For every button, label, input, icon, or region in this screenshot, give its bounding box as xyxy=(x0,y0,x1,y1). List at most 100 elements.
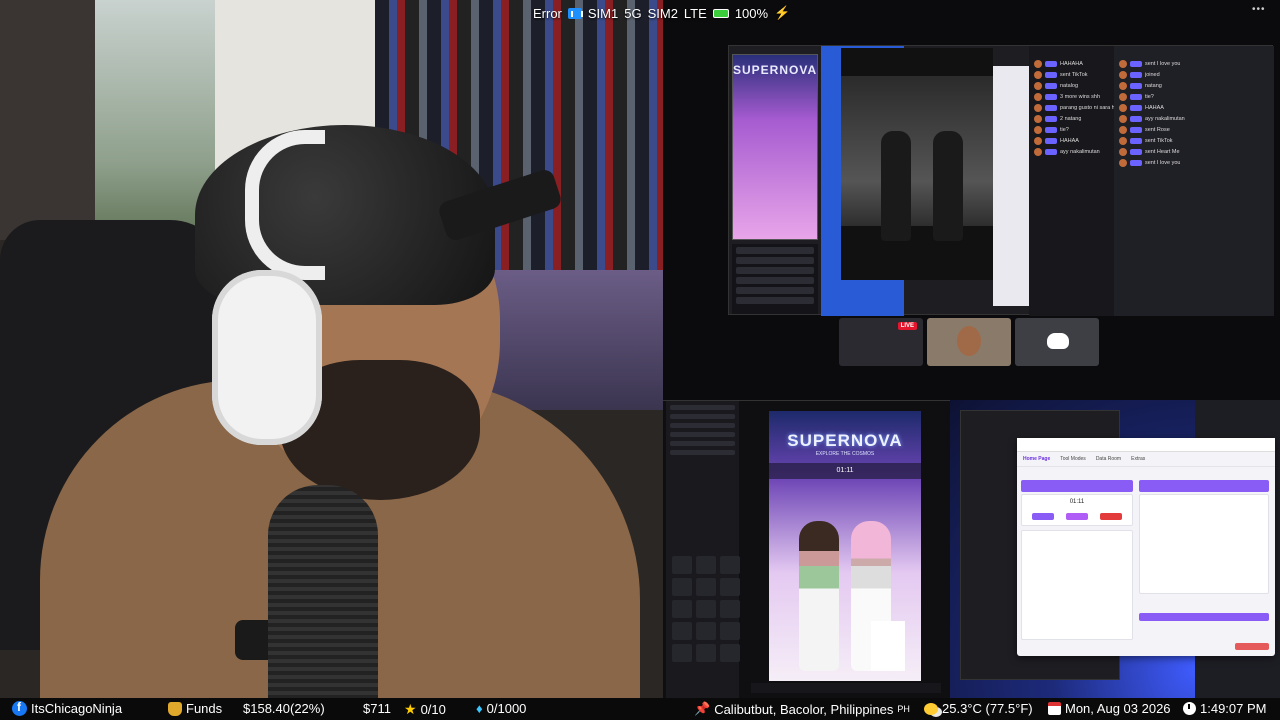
diamond-icon: ♦ xyxy=(476,701,483,716)
canvas-title: SUPERNOVA xyxy=(787,431,903,450)
obs-tool-button[interactable] xyxy=(696,644,716,662)
pushpin-icon: 📌 xyxy=(694,701,711,716)
ticker-stars: ★ 0/10 xyxy=(404,701,446,718)
avatar xyxy=(1034,81,1042,90)
players-card xyxy=(1021,530,1133,640)
obs-tool-button[interactable] xyxy=(696,622,716,640)
avatar xyxy=(1119,81,1127,90)
scene-tile-webcam[interactable] xyxy=(927,318,1011,366)
scene-tile-live[interactable]: LIVE xyxy=(839,318,923,366)
chat-message: sent Heart Me xyxy=(1114,146,1274,157)
obs-controls-bar[interactable] xyxy=(751,683,941,693)
chat-header xyxy=(1114,46,1274,58)
start-button[interactable] xyxy=(1032,513,1054,520)
discord-icon xyxy=(1047,333,1069,349)
reset-button[interactable] xyxy=(1100,513,1122,520)
gems-value: 0/1000 xyxy=(486,701,527,716)
obs-tool-button[interactable] xyxy=(720,556,740,574)
ticker-location: 📌 Calibutbut, Bacolor, Philippines PH xyxy=(694,701,910,717)
action-button[interactable] xyxy=(1235,643,1269,650)
level-badge xyxy=(1130,115,1142,122)
level-badge xyxy=(1045,82,1057,89)
webcam-feed xyxy=(0,0,663,698)
channel-name: ItsChicagoNinja xyxy=(31,701,123,716)
canvas-subtitle: EXPLORE THE COSMOS xyxy=(815,451,875,457)
obs-tool-button[interactable] xyxy=(720,644,740,662)
avatar xyxy=(1119,70,1127,79)
level-badge xyxy=(1045,148,1057,155)
obs-tool-button[interactable] xyxy=(672,578,692,596)
level-badge xyxy=(1045,71,1057,78)
tab-extras[interactable]: Extras xyxy=(1131,456,1145,462)
chat-message-text: sent TikTok xyxy=(1060,71,1088,78)
chat-message-text: tie? xyxy=(1060,126,1069,133)
dancer-figure xyxy=(881,131,911,241)
location-value: Calibutbut, Bacolor, Philippines xyxy=(714,701,894,717)
ticker-time: 1:49:07 PM xyxy=(1183,701,1267,716)
error-label: Error xyxy=(533,5,562,21)
avatar xyxy=(1034,136,1042,145)
level-badge xyxy=(1045,126,1057,133)
os-status-bar: Error SIM1 5G SIM2 LTE 100% ⚡ xyxy=(533,3,790,23)
avatar xyxy=(1119,158,1127,167)
level-badge xyxy=(1130,137,1142,144)
avatar xyxy=(1034,125,1042,134)
tab-data-room[interactable]: Data Room xyxy=(1096,456,1121,462)
more-dots-icon[interactable]: ••• xyxy=(1252,4,1266,15)
chat-message: sent Rose xyxy=(1114,124,1274,135)
obs-tool-button[interactable] xyxy=(720,600,740,618)
app-titlebar xyxy=(1017,438,1275,452)
level-badge xyxy=(1130,82,1142,89)
obs-tool-button[interactable] xyxy=(672,556,692,574)
obs-canvas[interactable]: SUPERNOVA EXPLORE THE COSMOS 01:11 xyxy=(769,411,921,681)
avatar xyxy=(1034,70,1042,79)
room-wall xyxy=(0,0,95,240)
obs-tool-button[interactable] xyxy=(696,600,716,618)
dancer-figure xyxy=(799,521,839,671)
operation-header xyxy=(1021,480,1133,492)
level-badge xyxy=(1045,104,1057,111)
pause-button[interactable] xyxy=(1066,513,1088,520)
scene-tile-discord[interactable] xyxy=(1015,318,1099,366)
level-badge xyxy=(1130,148,1142,155)
obs-tool-button[interactable] xyxy=(672,600,692,618)
tab-tool-modes[interactable]: Tool Modes xyxy=(1060,456,1086,462)
battle-timer: 01:11 xyxy=(836,467,854,474)
obs-panel: SUPERNOVA EXPLORE THE COSMOS 01:11 xyxy=(663,400,950,698)
date-value: Mon, Aug 03 2026 xyxy=(1065,701,1171,716)
obs-tool-button[interactable] xyxy=(672,644,692,662)
chat-message-text: natalog xyxy=(1060,82,1079,89)
chat-message-text: sent Heart Me xyxy=(1145,148,1180,155)
bolt-icon: ⚡ xyxy=(774,5,791,20)
weather-icon xyxy=(924,702,938,715)
battle-manager-app: Home Page Tool Modes Data Room Extras 01… xyxy=(1017,438,1275,656)
avatar xyxy=(1034,147,1042,156)
dance-video[interactable] xyxy=(841,48,993,280)
avatar xyxy=(1119,136,1127,145)
obs-tool-button[interactable] xyxy=(720,578,740,596)
app-tabs: Home Page Tool Modes Data Room Extras xyxy=(1017,452,1275,467)
stream-screen: SUPERNOVA HAHAHA sent TikTok natalog 3 more… xyxy=(0,0,1280,720)
obs-tool-grid xyxy=(672,556,740,662)
dancer-figure xyxy=(933,131,963,241)
chat-message: tie? xyxy=(1114,91,1274,102)
chat-message: joined xyxy=(1114,69,1274,80)
chat-message-text: sent I love you xyxy=(1145,159,1181,166)
obs-tool-button[interactable] xyxy=(696,578,716,596)
ticker-gems: ♦ 0/1000 xyxy=(476,701,526,716)
settings-sidebar xyxy=(993,66,1033,306)
obs-tool-button[interactable] xyxy=(672,622,692,640)
ranking-card xyxy=(1139,494,1269,594)
stream-preview-panel: SUPERNOVA HAHAHA sent TikTok natalog 3 more… xyxy=(663,0,1280,400)
avatar xyxy=(957,326,981,356)
bottom-ticker: ItsChicagoNinja Funds $158.40(22%) $711 … xyxy=(0,698,1280,720)
obs-tool-button[interactable] xyxy=(720,622,740,640)
funds-value: $158.40(22%) xyxy=(243,701,325,716)
headphones-cup xyxy=(212,270,322,445)
level-badge xyxy=(1045,115,1057,122)
tab-home[interactable]: Home Page xyxy=(1023,456,1050,462)
chat-message: sent I love you xyxy=(1114,58,1274,69)
facebook-icon xyxy=(12,700,27,716)
chat-message-text: tie? xyxy=(1145,93,1154,100)
obs-tool-button[interactable] xyxy=(696,556,716,574)
